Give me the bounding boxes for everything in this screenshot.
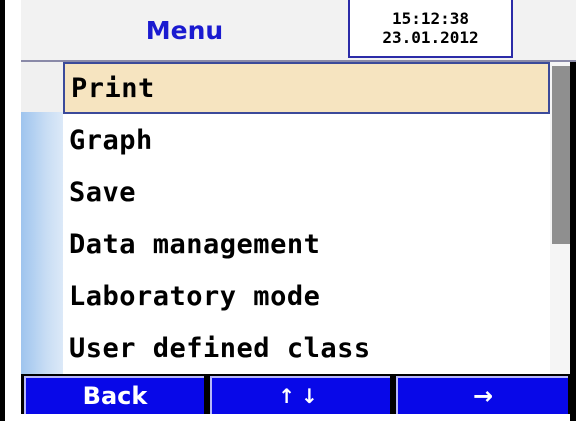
clock-date: 23.01.2012 bbox=[382, 28, 479, 47]
next-button[interactable]: → bbox=[396, 376, 568, 414]
left-frame-edge bbox=[0, 0, 5, 421]
menu-list: Print Graph Save Data management Laborat… bbox=[63, 62, 550, 374]
menu-item-label: User defined class bbox=[69, 332, 371, 364]
clock-time: 15:12:38 bbox=[391, 9, 470, 28]
menu-item-save[interactable]: Save bbox=[63, 166, 550, 218]
back-button-label: Back bbox=[82, 382, 148, 410]
menu-item-label: Laboratory mode bbox=[69, 280, 321, 312]
menu-item-laboratory-mode[interactable]: Laboratory mode bbox=[63, 270, 550, 322]
menu-item-print[interactable]: Print bbox=[63, 62, 550, 114]
scrollbar-thumb[interactable] bbox=[552, 66, 570, 244]
up-down-arrows-icon: ↑↓ bbox=[278, 384, 324, 408]
right-frame-edge bbox=[570, 0, 576, 421]
right-arrow-icon: → bbox=[472, 382, 494, 410]
menu-item-graph[interactable]: Graph bbox=[63, 114, 550, 166]
page-title: Menu bbox=[145, 15, 224, 45]
left-bar-cap bbox=[21, 62, 63, 112]
menu-item-data-management[interactable]: Data management bbox=[63, 218, 550, 270]
back-button[interactable]: Back bbox=[24, 376, 204, 414]
up-down-button[interactable]: ↑↓ bbox=[210, 376, 390, 414]
menu-item-label: Data management bbox=[69, 228, 321, 260]
menu-item-label: Print bbox=[71, 72, 155, 104]
menu-item-label: Graph bbox=[69, 124, 153, 156]
menu-item-label: Save bbox=[69, 176, 137, 208]
clock-display: 15:12:38 23.01.2012 bbox=[348, 0, 513, 58]
menu-item-user-defined-class[interactable]: User defined class bbox=[63, 322, 550, 374]
